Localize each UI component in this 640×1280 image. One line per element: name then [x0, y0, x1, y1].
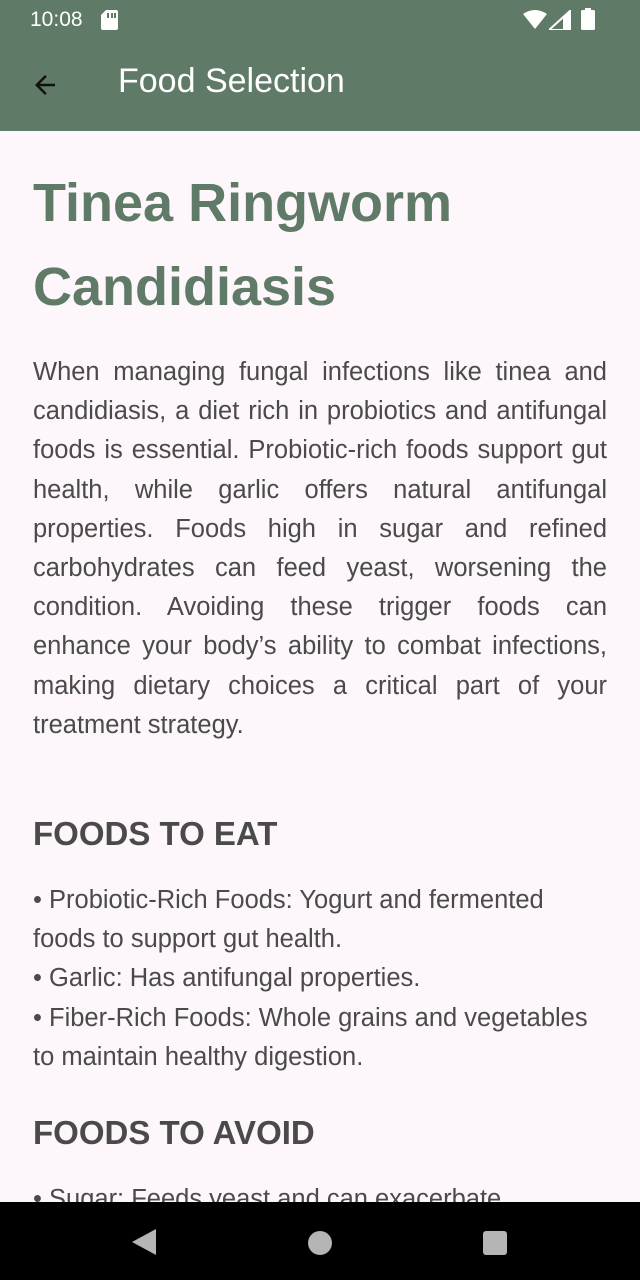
foods-to-eat-list: • Probiotic-Rich Foods: Yogurt and ferme…: [33, 881, 613, 1077]
navigation-bar: [0, 1202, 640, 1280]
foods-to-avoid-list: • Sugar: Feeds yeast and can exacerbate: [33, 1180, 613, 1202]
list-item: • Sugar: Feeds yeast and can exacerbate: [33, 1185, 502, 1202]
status-time: 10:08: [30, 8, 83, 31]
article-intro: When managing fungal infections like tin…: [33, 358, 607, 739]
list-item: • Probiotic-Rich Foods: Yogurt and ferme…: [33, 886, 544, 954]
page-title: Food Selection: [118, 62, 345, 100]
foods-to-avoid-heading: FOODS TO AVOID: [33, 1114, 315, 1151]
back-button[interactable]: [18, 60, 72, 110]
app-bar: Food Selection: [0, 40, 640, 131]
status-bar: 10:08: [0, 0, 640, 40]
nav-home-icon[interactable]: [308, 1231, 332, 1255]
wifi-icon: [523, 10, 547, 29]
arrow-back-icon: [35, 75, 55, 95]
sd-card-icon: [101, 10, 118, 30]
signal-icon: [549, 10, 571, 30]
battery-icon: [581, 8, 595, 30]
nav-recents-icon[interactable]: [483, 1231, 507, 1255]
article-scroll-view[interactable]: Tinea Ringworm Candidiasis When managing…: [0, 131, 640, 1202]
list-item: • Garlic: Has antifungal properties.: [33, 964, 421, 993]
list-item: • Fiber-Rich Foods: Whole grains and veg…: [33, 1003, 588, 1071]
article-title: Tinea Ringworm Candidiasis: [33, 173, 453, 317]
foods-to-eat-heading: FOODS TO EAT: [33, 815, 278, 852]
nav-back-icon[interactable]: [132, 1229, 156, 1255]
